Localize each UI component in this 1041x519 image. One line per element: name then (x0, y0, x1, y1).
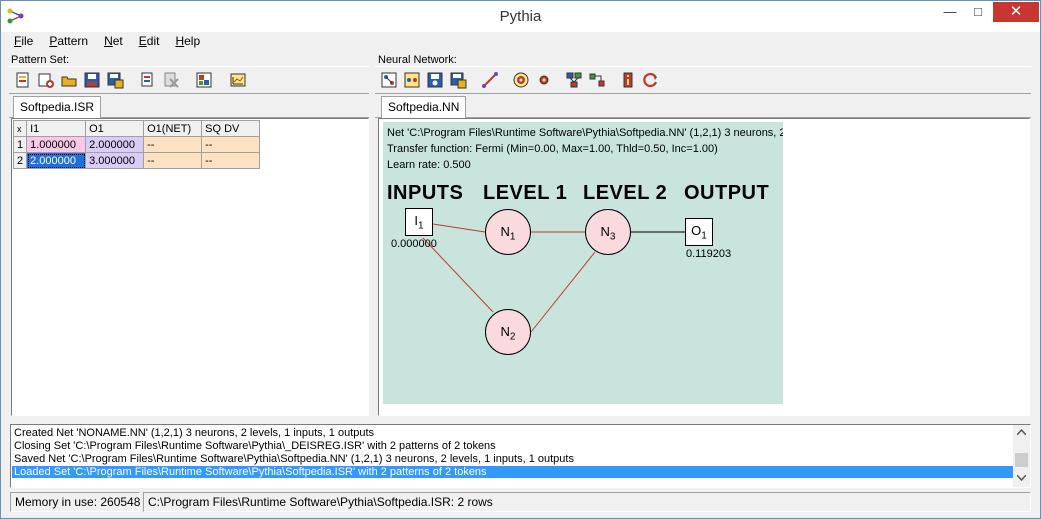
connection-icon[interactable] (481, 71, 499, 89)
network-tab-strip: Softpedia.NN (375, 96, 1031, 118)
scroll-up-icon[interactable] (1017, 429, 1026, 435)
log-entry[interactable]: Saved Net 'C:\Program Files\Runtime Soft… (14, 453, 574, 465)
neural-network-label: Neural Network: (378, 54, 457, 66)
menu-edit[interactable]: Edit (131, 32, 168, 48)
row-header[interactable]: 2 (12, 152, 28, 169)
neuron-index: 2 (509, 331, 516, 343)
open-net-icon[interactable] (403, 71, 421, 89)
input-node-index: 1 (418, 220, 424, 232)
log-entry[interactable]: Closing Set 'C:\Program Files\Runtime So… (14, 440, 496, 452)
log-entry[interactable]: Created Net 'NONAME.NN' (1,2,1) 3 neuron… (14, 427, 374, 439)
neuron-index: 1 (509, 231, 516, 243)
neuron-n3[interactable]: N3 (585, 209, 631, 255)
network-diagram[interactable]: Net 'C:\Program Files\Runtime Software\P… (383, 122, 783, 404)
table-cell[interactable]: 2.000000 (85, 136, 145, 153)
minimize-button[interactable]: — (936, 2, 964, 22)
net-structure-icon[interactable] (565, 71, 583, 89)
network-connections (422, 223, 685, 333)
table-row[interactable]: 1 1.000000 2.000000 -- -- (12, 136, 261, 153)
run-target-icon[interactable] (535, 71, 553, 89)
new-net-icon[interactable] (380, 71, 398, 89)
connection-i1-n1 (432, 223, 486, 233)
add-pattern-icon[interactable] (37, 71, 55, 89)
connection-n2-n3 (530, 251, 596, 333)
output-value: 0.119203 (686, 248, 732, 260)
table-cell-selected[interactable]: 2.000000 (26, 152, 87, 169)
new-pattern-icon[interactable] (14, 71, 32, 89)
output-node-index: 1 (701, 230, 707, 242)
menu-help[interactable]: Help (167, 32, 208, 48)
save-as-pattern-icon[interactable] (106, 71, 124, 89)
neuron-n1[interactable]: N1 (485, 209, 531, 255)
output-node-letter: O (691, 223, 702, 238)
column-header-o1[interactable]: O1 (85, 120, 145, 137)
message-log[interactable]: Created Net 'NONAME.NN' (1,2,1) 3 neuron… (10, 424, 1031, 488)
input-node-i1[interactable]: I1 (405, 208, 433, 236)
table-cell[interactable]: -- (143, 136, 203, 153)
table-cell[interactable]: -- (201, 136, 261, 153)
pattern-grid-area: x I1 O1 O1(NET) SQ DV 1 1.000000 2.00000… (11, 118, 369, 416)
save-pattern-icon[interactable] (83, 71, 101, 89)
pattern-tab-strip: Softpedia.ISR (9, 96, 369, 118)
neuron-letter: N (600, 224, 610, 239)
neuron-n2[interactable]: N2 (485, 309, 531, 355)
table-cell[interactable]: -- (143, 152, 203, 169)
maximize-button[interactable]: □ (964, 2, 992, 22)
menu-net[interactable]: Net (96, 32, 131, 48)
column-header-o1-net[interactable]: O1(NET) (143, 120, 203, 137)
menu-pattern[interactable]: Pattern (41, 32, 96, 48)
net-layout-icon[interactable] (588, 71, 606, 89)
app-window: Pythia — □ ✕ File Pattern Net Edit Help Patt… (0, 0, 1041, 519)
grid-corner[interactable]: x (12, 120, 28, 137)
title-bar: Pythia — □ ✕ (1, 1, 1040, 32)
close-button[interactable]: ✕ (993, 2, 1039, 22)
menu-bar: File Pattern Net Edit Help (6, 32, 1035, 52)
info-icon[interactable] (619, 71, 637, 89)
log-entry-selected[interactable]: Loaded Set 'C:\Program Files\Runtime Sof… (12, 466, 1014, 478)
neuron-index: 3 (609, 231, 616, 243)
scroll-thumb[interactable] (1015, 453, 1028, 467)
tab-softpedia-nn[interactable]: Softpedia.NN (381, 96, 467, 118)
window-title: Pythia (499, 8, 542, 25)
cut-pattern-icon[interactable] (139, 71, 157, 89)
tab-softpedia-isr[interactable]: Softpedia.ISR (13, 96, 102, 118)
delete-pattern-icon[interactable] (162, 71, 180, 89)
save-net-icon[interactable] (426, 71, 444, 89)
column-header-i1[interactable]: I1 (26, 120, 87, 137)
table-cell[interactable]: -- (201, 152, 261, 169)
network-view-area: Net 'C:\Program Files\Runtime Software\P… (378, 118, 1030, 416)
row-header[interactable]: 1 (12, 136, 28, 153)
pattern-properties-icon[interactable] (195, 71, 213, 89)
open-pattern-icon[interactable] (60, 71, 78, 89)
neuron-letter: N (500, 324, 510, 339)
output-node-o1[interactable]: O1 (685, 218, 713, 246)
refresh-icon[interactable] (642, 71, 660, 89)
pattern-toolbar (9, 66, 369, 94)
status-file: C:\Program Files\Runtime Software\Pythia… (143, 492, 1031, 512)
column-header-sq-dv[interactable]: SQ DV (201, 120, 261, 137)
log-scrollbar[interactable] (1013, 425, 1030, 487)
save-as-net-icon[interactable] (449, 71, 467, 89)
status-memory: Memory in use: 260548 (10, 492, 140, 512)
train-target-icon[interactable] (512, 71, 530, 89)
neuron-letter: N (500, 224, 510, 239)
network-toolbar (375, 66, 1031, 94)
table-cell[interactable]: 3.000000 (85, 152, 145, 169)
scroll-down-icon[interactable] (1017, 475, 1026, 481)
input-value: 0.000000 (391, 238, 437, 250)
pattern-set-label: Pattern Set: (11, 54, 70, 66)
pattern-table: x I1 O1 O1(NET) SQ DV 1 1.000000 2.00000… (12, 120, 261, 169)
table-cell[interactable]: 1.000000 (26, 136, 87, 153)
table-row[interactable]: 2 2.000000 3.000000 -- -- (12, 152, 261, 169)
pattern-graph-icon[interactable] (229, 71, 247, 89)
menu-file[interactable]: File (6, 32, 41, 48)
